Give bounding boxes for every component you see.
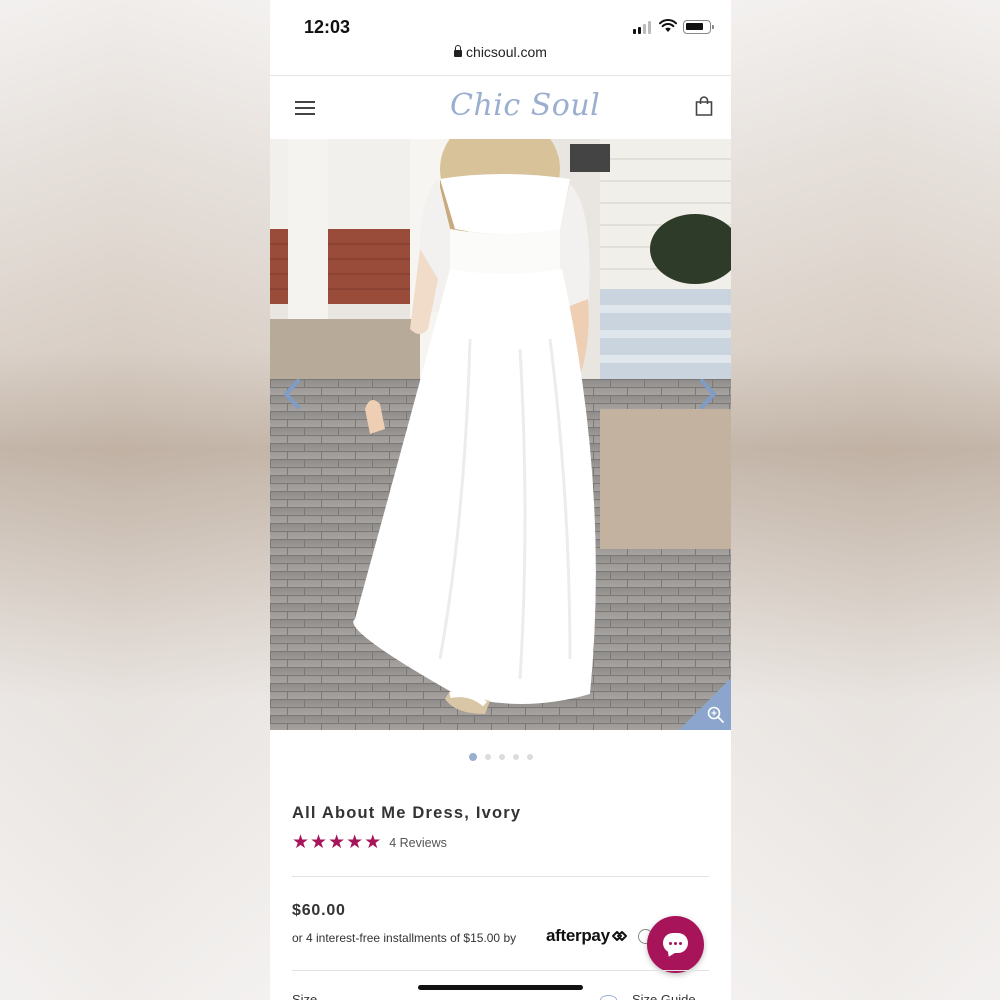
status-bar: 12:03 [270,0,731,44]
battery-icon [683,20,714,34]
hamburger-icon[interactable] [295,100,315,116]
star-icon: ★ [328,832,346,853]
star-icon: ★ [346,832,364,853]
afterpay-label: afterpay [546,926,610,945]
background-blur-right [730,0,1000,1000]
lock-icon [454,45,463,57]
home-indicator[interactable] [418,985,583,990]
afterpay-arrows-icon [611,931,627,941]
ruler-icon [600,995,617,1000]
product-title: All About Me Dress, Ivory [292,804,522,822]
chat-button[interactable] [647,916,704,973]
installments-text: or 4 interest-free installments of $15.0… [292,931,517,945]
afterpay-logo[interactable]: afterpay [546,926,628,946]
zoom-in-icon[interactable] [679,678,731,730]
url-text: chicsoul.com [466,44,547,60]
site-logo[interactable]: Chic Soul [450,88,600,123]
carousel-dot[interactable] [512,754,519,760]
product-price: $60.00 [292,902,346,919]
star-icon: ★ [364,832,382,853]
divider [292,876,709,877]
divider [292,970,709,971]
chevron-left-icon[interactable] [282,379,302,409]
size-label: Size [292,992,318,1000]
address-bar[interactable]: chicsoul.com [270,44,731,68]
chat-bubble-icon [663,933,688,953]
size-guide-link[interactable]: Size Guide [632,992,696,1000]
carousel-dots [270,747,731,765]
status-time: 12:03 [304,17,351,37]
star-icon: ★ [310,832,328,853]
carousel-dot[interactable] [498,754,505,760]
background-blur-left [0,0,270,1000]
shopping-bag-icon[interactable] [695,96,713,116]
phone-screen: 12:03 chicsoul.com Chic Soul All About M… [270,0,731,1000]
wifi-icon [659,19,677,32]
carousel-dot[interactable] [484,754,491,760]
product-image[interactable] [270,139,731,730]
star-icon: ★ [292,832,310,853]
rating-stars[interactable]: ★ ★ ★ ★ ★ 4 Reviews [292,833,447,853]
chevron-right-icon[interactable] [698,379,718,409]
carousel-dot[interactable] [468,753,477,761]
site-header: Chic Soul [270,75,731,140]
product-photo [270,139,731,730]
carousel-dot[interactable] [526,754,533,760]
cellular-signal-icon [633,21,653,34]
reviews-link[interactable]: 4 Reviews [389,836,447,850]
